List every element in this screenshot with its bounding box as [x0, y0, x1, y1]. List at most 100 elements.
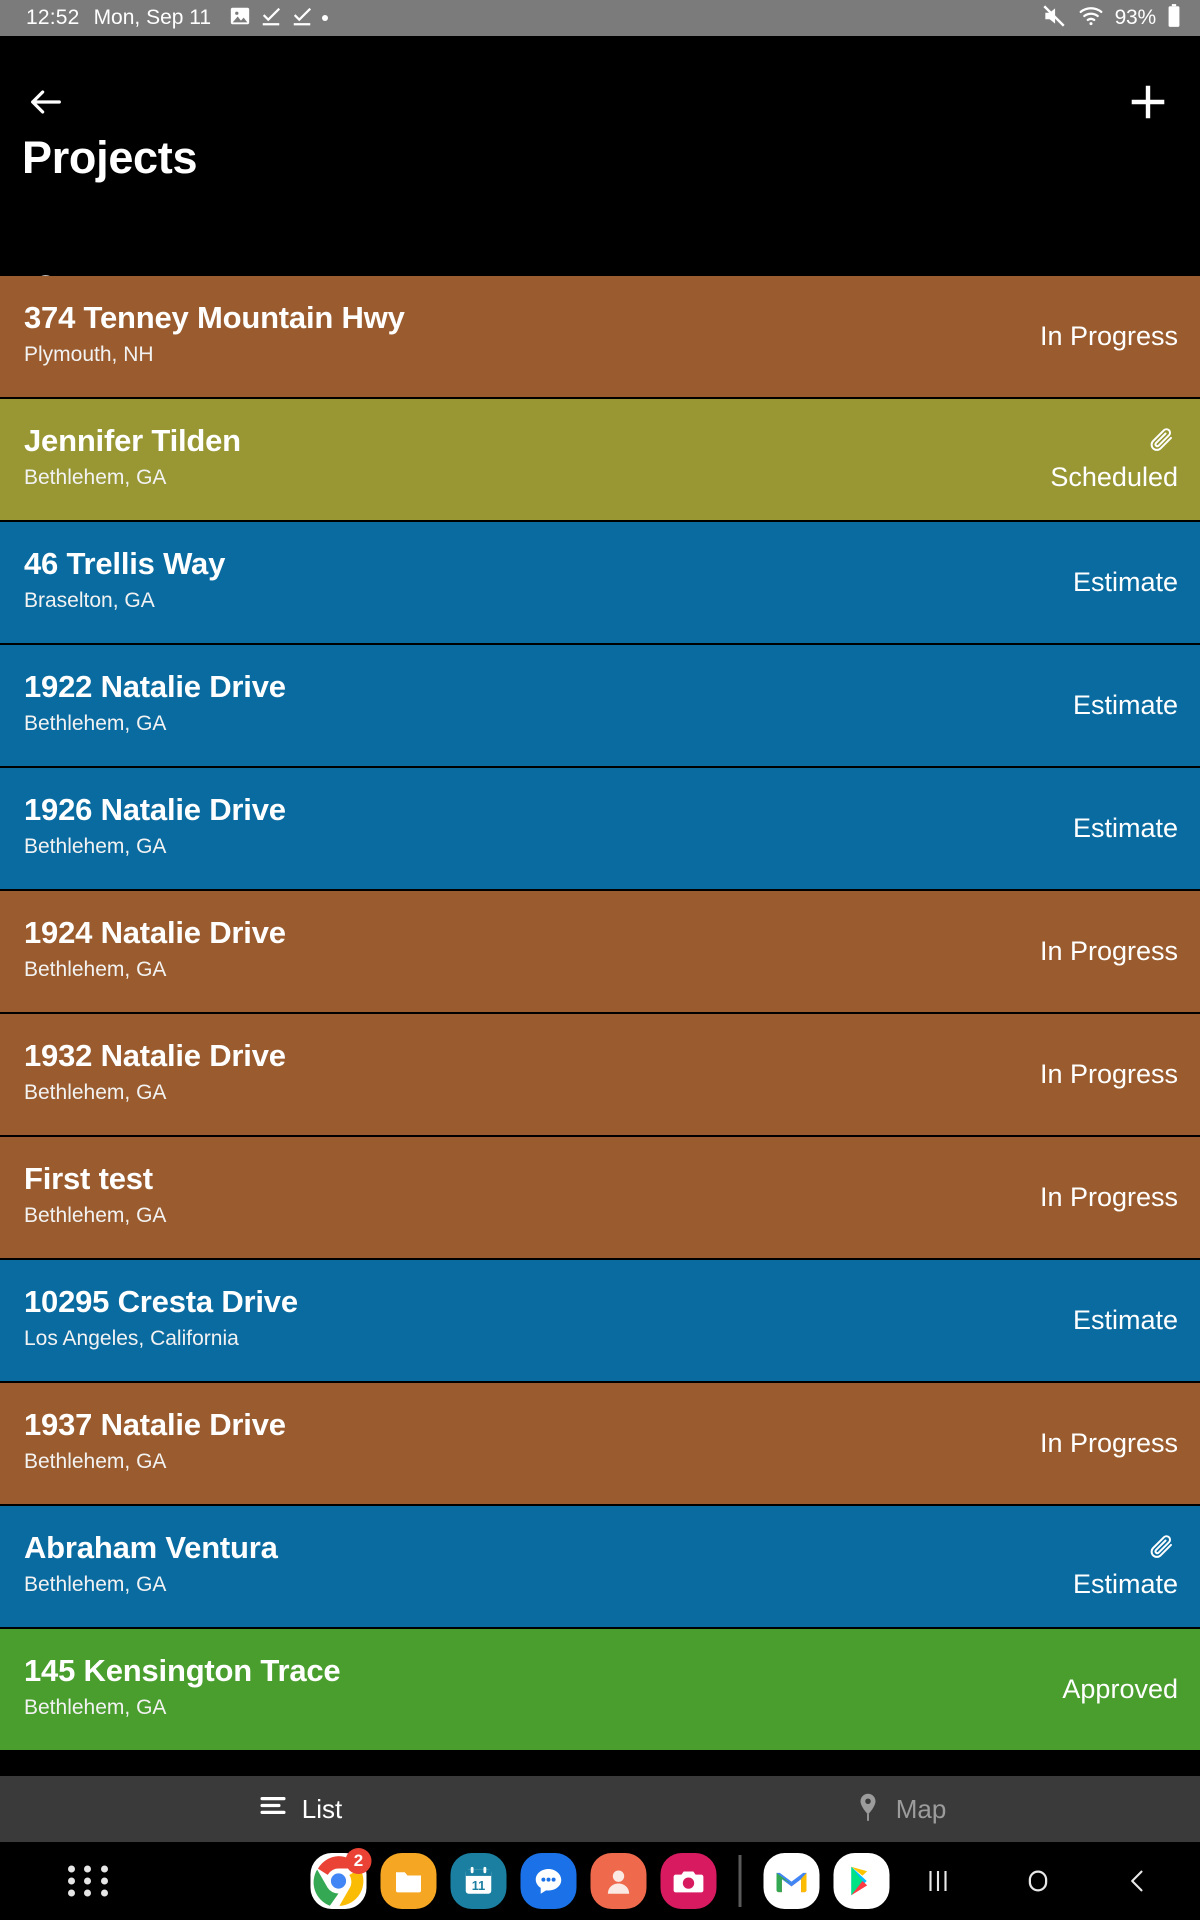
tab-map[interactable]: Map: [600, 1776, 1200, 1842]
project-row-right: Approved: [1062, 1673, 1178, 1705]
add-project-button[interactable]: [1116, 72, 1180, 136]
project-location: Plymouth, NH: [24, 343, 154, 367]
project-row-main: 10295 Cresta Drive Los Angeles, Californi…: [24, 1286, 1073, 1354]
taskbar-dock: 2 11: [310, 1848, 890, 1909]
status-bar-clock: 12:52: [26, 6, 80, 29]
tab-list[interactable]: List: [0, 1776, 600, 1842]
plus-icon: [1125, 79, 1171, 130]
project-location: Bethlehem, GA: [24, 1573, 167, 1597]
project-title: 1932 Natalie Drive: [24, 1040, 286, 1074]
paperclip-icon: [1148, 425, 1178, 462]
project-row-right: Estimate: [1073, 1305, 1178, 1336]
project-location: Los Angeles, California: [24, 1327, 239, 1351]
camera-icon[interactable]: [660, 1853, 717, 1909]
home-key[interactable]: [1016, 1859, 1060, 1903]
map-pin-icon: [854, 1792, 882, 1827]
recents-key[interactable]: [916, 1859, 960, 1903]
play-store-icon[interactable]: [833, 1853, 890, 1909]
project-title: First test: [24, 1163, 153, 1197]
project-row[interactable]: 10295 Cresta Drive Los Angeles, Californi…: [0, 1260, 1200, 1383]
project-title: 1922 Natalie Drive: [24, 671, 286, 705]
navigation-keys: [916, 1859, 1160, 1903]
project-row[interactable]: Jennifer Tilden Bethlehem, GA Scheduled: [0, 399, 1200, 522]
project-row-right: Estimate: [1072, 689, 1178, 721]
project-location: Bethlehem, GA: [24, 835, 167, 859]
battery-icon: [1166, 3, 1182, 34]
project-row-right: In Progress: [1039, 1181, 1178, 1213]
chrome-icon[interactable]: 2: [310, 1848, 372, 1909]
android-taskbar: 2 11: [0, 1842, 1200, 1920]
status-bar-notification-icons: [229, 5, 329, 32]
project-row-main: 1924 Natalie Drive Bethlehem, GA: [24, 917, 1040, 985]
task-done-icon: [260, 5, 282, 32]
back-key[interactable]: [1116, 1859, 1160, 1903]
back-button[interactable]: [18, 76, 74, 132]
project-status-label: Approved: [1062, 1673, 1178, 1704]
status-bar-right: 93%: [1041, 3, 1182, 34]
project-row-right: In Progress: [1039, 935, 1178, 967]
gmail-icon[interactable]: [763, 1853, 820, 1909]
project-row-main: 374 Tenney Mountain Hwy Plymouth, NH: [24, 302, 1040, 370]
project-location: Bethlehem, GA: [24, 1450, 167, 1474]
project-row-main: 1922 Natalie Drive Bethlehem, GA: [24, 671, 1073, 739]
project-list[interactable]: 374 Tenney Mountain Hwy Plymouth, NH In Pr…: [0, 276, 1200, 1776]
project-row-right: In Progress: [1039, 1427, 1178, 1459]
files-icon[interactable]: [380, 1853, 437, 1909]
project-row[interactable]: Abraham Ventura Bethlehem, GA Estimate: [0, 1506, 1200, 1629]
project-row[interactable]: 1924 Natalie Drive Bethlehem, GA In Progre…: [0, 891, 1200, 1014]
project-row[interactable]: 1922 Natalie Drive Bethlehem, GA Estimate: [0, 645, 1200, 768]
project-row-main: Abraham Ventura Bethlehem, GA: [24, 1532, 1073, 1600]
project-title: 374 Tenney Mountain Hwy: [24, 302, 405, 336]
attachment-indicator: [1148, 1534, 1178, 1568]
project-location: Bethlehem, GA: [24, 1696, 167, 1720]
calendar-day-number: 11: [472, 1878, 485, 1893]
contacts-icon[interactable]: [590, 1853, 647, 1909]
project-location: Bethlehem, GA: [24, 1204, 167, 1228]
image-icon: [229, 5, 251, 32]
project-status-label: Estimate: [1072, 689, 1178, 720]
apps-grid-icon[interactable]: [68, 1865, 112, 1897]
bottom-tab-bar: List Map: [0, 1776, 1200, 1842]
project-row-main: 1932 Natalie Drive Bethlehem, GA: [24, 1040, 1040, 1108]
project-row-main: First test Bethlehem, GA: [24, 1163, 1040, 1231]
project-status-label: In Progress: [1039, 1181, 1178, 1212]
project-row[interactable]: 46 Trellis Way Braselton, GA Estimate: [0, 522, 1200, 645]
wifi-icon: [1077, 3, 1105, 34]
app-bar: Projects: [0, 36, 1200, 306]
project-row[interactable]: 374 Tenney Mountain Hwy Plymouth, NH In Pr…: [0, 276, 1200, 399]
mute-icon: [1041, 3, 1067, 34]
project-status-label: In Progress: [1039, 1058, 1178, 1089]
project-title: 1926 Natalie Drive: [24, 794, 286, 828]
project-row-main: 1937 Natalie Drive Bethlehem, GA: [24, 1409, 1040, 1477]
project-status-label: In Progress: [1039, 935, 1178, 966]
project-row-right: In Progress: [1040, 321, 1178, 352]
tab-list-label: List: [301, 1793, 343, 1824]
battery-percent-label: 93%: [1114, 6, 1157, 29]
attachment-indicator: [1148, 427, 1178, 461]
project-row[interactable]: 1926 Natalie Drive Bethlehem, GA Estimate: [0, 768, 1200, 891]
project-row-main: 145 Kensington Trace Bethlehem, GA: [24, 1655, 1062, 1723]
project-row[interactable]: 1932 Natalie Drive Bethlehem, GA In Progre…: [0, 1014, 1200, 1137]
chrome-badge: 2: [345, 1848, 372, 1874]
task-done-icon: [291, 5, 313, 32]
project-title: 1937 Natalie Drive: [24, 1409, 286, 1443]
back-arrow-icon: [26, 82, 66, 127]
page-title: Projects: [22, 132, 198, 183]
project-location: Bethlehem, GA: [24, 958, 167, 982]
project-location: Bethlehem, GA: [24, 712, 167, 736]
project-row-main: 46 Trellis Way Braselton, GA: [24, 548, 1073, 616]
project-row[interactable]: First test Bethlehem, GA In Progress: [0, 1137, 1200, 1260]
project-status-label: Estimate: [1072, 812, 1178, 843]
status-bar: 12:52 Mon, Sep 11 93%: [0, 0, 1200, 36]
project-location: Bethlehem, GA: [24, 1081, 167, 1105]
project-status-label: In Progress: [1039, 1427, 1178, 1458]
project-row-right: In Progress: [1039, 1058, 1178, 1090]
project-row-right: Scheduled: [1050, 427, 1178, 493]
paperclip-icon: [1148, 1532, 1178, 1569]
project-row[interactable]: 145 Kensington Trace Bethlehem, GA Approve…: [0, 1629, 1200, 1752]
messages-icon[interactable]: [520, 1853, 577, 1909]
calendar-icon[interactable]: 11: [450, 1853, 507, 1909]
tab-map-label: Map: [895, 1793, 947, 1824]
project-row[interactable]: 1937 Natalie Drive Bethlehem, GA In Progre…: [0, 1383, 1200, 1506]
list-icon: [258, 1794, 288, 1825]
